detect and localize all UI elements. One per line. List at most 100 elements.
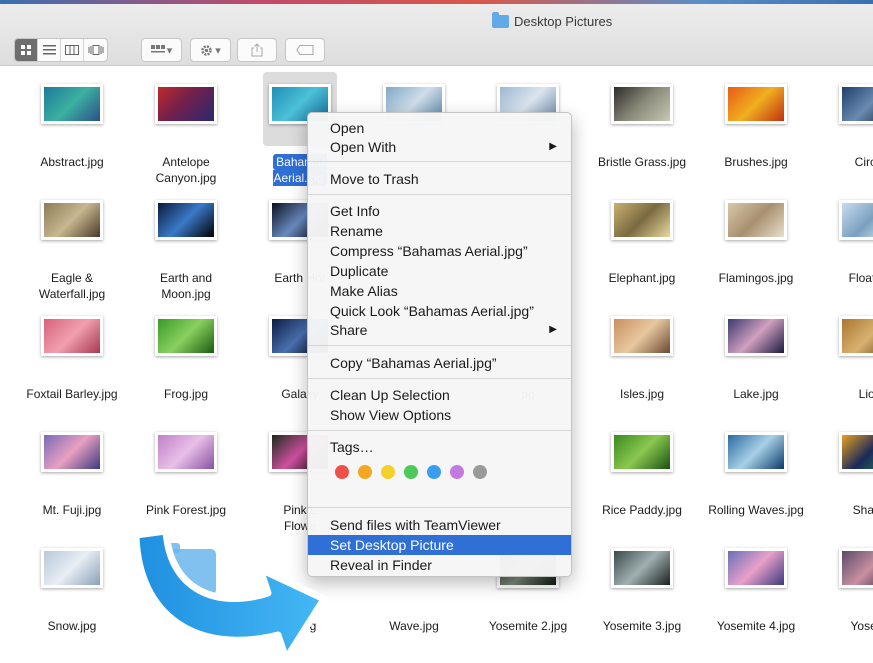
- file-item[interactable]: Rice Paddy.jpg: [585, 432, 699, 518]
- file-item[interactable]: Isles.jpg: [585, 316, 699, 402]
- menu-item-rename[interactable]: Rename: [308, 221, 571, 241]
- file-item[interactable]: Pink Forest.jpg: [129, 432, 243, 518]
- file-name-label: Lion: [813, 386, 873, 402]
- thumbnail-frame: [719, 84, 793, 136]
- thumbnail-frame: [605, 316, 679, 368]
- menu-item-set-desktop-picture[interactable]: Set Desktop Picture: [308, 535, 571, 555]
- menu-item-move-to-trash[interactable]: Move to Trash: [308, 169, 571, 189]
- menu-item-label: Show View Options: [330, 407, 452, 423]
- image-thumbnail: [611, 548, 673, 588]
- thumbnail-frame: [719, 432, 793, 484]
- tag-color-dot[interactable]: [381, 465, 395, 479]
- action-button[interactable]: ▾: [190, 38, 231, 62]
- menu-item-tags[interactable]: Tags…: [308, 437, 571, 457]
- column-view-button[interactable]: [61, 39, 84, 61]
- chevron-down-icon: ▾: [215, 44, 221, 57]
- thumbnail-frame: [35, 548, 109, 600]
- image-thumbnail: [41, 200, 103, 240]
- column-view-icon: [65, 45, 79, 55]
- menu-separator: [308, 378, 571, 379]
- file-item[interactable]: Abstract.jpg: [15, 84, 129, 170]
- file-name-text: Flamingos.jpg: [718, 271, 794, 285]
- file-name-label: Rice Paddy.jpg: [585, 502, 699, 518]
- file-item[interactable]: Elephant.jpg: [585, 200, 699, 286]
- menu-item-get-info[interactable]: Get Info: [308, 201, 571, 221]
- file-item[interactable]: Foxtail Barley.jpg: [15, 316, 129, 402]
- image-thumbnail: [155, 316, 217, 356]
- file-item[interactable]: Eagle & Waterfall.jpg: [15, 200, 129, 302]
- image-thumbnail: [839, 84, 873, 124]
- file-name-label: Brushes.jpg: [699, 154, 813, 170]
- menu-item-clean-up-selection[interactable]: Clean Up Selection: [308, 385, 571, 405]
- thumbnail-frame: [833, 84, 873, 136]
- file-item[interactable]: Yosemi: [813, 548, 873, 634]
- file-item[interactable]: Frog.jpg: [129, 316, 243, 402]
- menu-item-quick-look[interactable]: Quick Look “Bahamas Aerial.jpg”: [308, 301, 571, 321]
- image-thumbnail: [41, 548, 103, 588]
- file-item[interactable]: Antelope Canyon.jpg: [129, 84, 243, 186]
- file-item[interactable]: Rolling Waves.jpg: [699, 432, 813, 518]
- tag-color-dot[interactable]: [427, 465, 441, 479]
- menu-item-duplicate[interactable]: Duplicate: [308, 261, 571, 281]
- file-item[interactable]: Earth and Moon.jpg: [129, 200, 243, 302]
- menu-item-copy[interactable]: Copy “Bahamas Aerial.jpg”: [308, 353, 571, 373]
- menu-item-share[interactable]: Share ▶: [308, 320, 571, 340]
- menu-item-label: Share: [330, 322, 368, 338]
- file-name-label: Yosemite 4.jpg: [699, 618, 813, 634]
- file-name-label: Yosemite 2.jpg: [471, 618, 585, 634]
- file-name-text: Circle: [854, 155, 873, 169]
- menu-item-make-alias[interactable]: Make Alias: [308, 281, 571, 301]
- tag-color-dot[interactable]: [450, 465, 464, 479]
- menu-item-show-view-options[interactable]: Show View Options: [308, 405, 571, 425]
- file-item[interactable]: Mt. Fuji.jpg: [15, 432, 129, 518]
- thumbnail-frame: [149, 84, 223, 136]
- file-item[interactable]: Snow.jpg: [15, 548, 129, 634]
- file-item[interactable]: Yosemite 3.jpg: [585, 548, 699, 634]
- file-item[interactable]: Floating: [813, 200, 873, 286]
- file-item[interactable]: Shape: [813, 432, 873, 518]
- cover-flow-button[interactable]: [84, 39, 107, 61]
- menu-item-label: Send files with TeamViewer: [330, 517, 501, 533]
- tag-color-dot[interactable]: [335, 465, 349, 479]
- tag-color-dot[interactable]: [473, 465, 487, 479]
- file-item[interactable]: Lion: [813, 316, 873, 402]
- thumbnail-frame: [605, 200, 679, 252]
- file-item[interactable]: Circle: [813, 84, 873, 170]
- file-name-text: Rice Paddy.jpg: [602, 503, 682, 517]
- file-item[interactable]: Flamingos.jpg: [699, 200, 813, 286]
- share-button[interactable]: [237, 38, 277, 62]
- file-name-label: Abstract.jpg: [15, 154, 129, 170]
- file-name-text: Frog.jpg: [163, 387, 209, 401]
- file-name-text: Elephant.jpg: [608, 271, 676, 285]
- thumbnail-frame: [35, 84, 109, 136]
- file-name-text: Shape: [852, 503, 873, 517]
- file-name-label: Earth and Moon.jpg: [129, 270, 243, 302]
- file-name-label: Rolling Waves.jpg: [699, 502, 813, 518]
- menu-item-reveal-in-finder[interactable]: Reveal in Finder: [308, 555, 571, 575]
- menu-item-label: Duplicate: [330, 263, 389, 279]
- file-item[interactable]: Yosemite 4.jpg: [699, 548, 813, 634]
- list-view-button[interactable]: [38, 39, 61, 61]
- tag-color-dot[interactable]: [404, 465, 418, 479]
- menu-item-send-teamviewer[interactable]: Send files with TeamViewer: [308, 515, 571, 535]
- menu-item-open[interactable]: Open: [308, 118, 571, 138]
- file-name-label: Yosemite 3.jpg: [585, 618, 699, 634]
- file-item[interactable]: Lake.jpg: [699, 316, 813, 402]
- tag-color-dot[interactable]: [358, 465, 372, 479]
- menu-item-label: Move to Trash: [330, 171, 419, 187]
- menu-item-label: Tags…: [330, 439, 374, 455]
- file-name-text: Earth and Moon.jpg: [159, 271, 213, 301]
- image-thumbnail: [41, 84, 103, 124]
- file-item[interactable]: Brushes.jpg: [699, 84, 813, 170]
- menu-item-compress[interactable]: Compress “Bahamas Aerial.jpg”: [308, 241, 571, 261]
- thumbnail-frame: [149, 200, 223, 252]
- image-thumbnail: [725, 84, 787, 124]
- tag-button[interactable]: [285, 38, 325, 62]
- arrange-button[interactable]: ▾: [141, 38, 182, 62]
- finder-toolbar: Desktop Pictures ▾ ▾: [0, 4, 873, 66]
- file-item[interactable]: Bristle Grass.jpg: [585, 84, 699, 170]
- menu-separator: [308, 161, 571, 162]
- icon-view-button[interactable]: [15, 39, 38, 61]
- menu-item-open-with[interactable]: Open With ▶: [308, 137, 571, 157]
- curved-arrow-icon: [132, 527, 328, 663]
